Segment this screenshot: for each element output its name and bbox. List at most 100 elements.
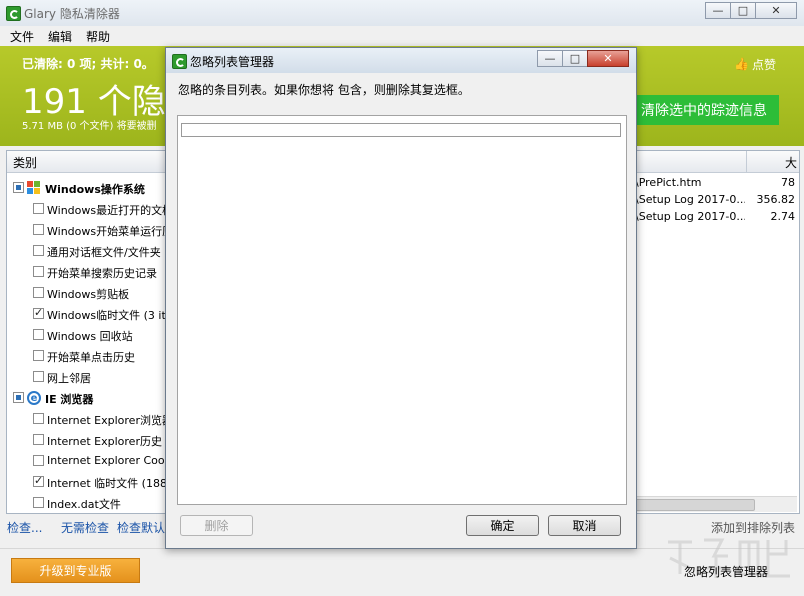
file-row[interactable]: \Setup Log 2017-0... 2.74	[631, 209, 799, 226]
item-checkbox[interactable]	[33, 224, 44, 235]
item-checkbox[interactable]	[33, 287, 44, 298]
cleared-summary: 已清除: 0 项; 共计: 0。	[22, 57, 154, 71]
trace-count: 191 个隐	[22, 82, 166, 122]
tree-item[interactable]: Windows开始菜单运行历史	[7, 220, 169, 241]
menu-bar: 文件 编辑 帮助	[0, 26, 804, 46]
tree-item[interactable]: Windows临时文件 (3 items)	[7, 304, 169, 325]
clean-selected-button[interactable]: 清除选中的踪迹信息	[622, 95, 779, 125]
dialog-minimize-button[interactable]: —	[537, 50, 563, 67]
item-checkbox[interactable]	[33, 413, 44, 424]
item-checkbox[interactable]	[33, 497, 44, 508]
group-label: Windows操作系统	[45, 183, 145, 196]
check-default-link[interactable]: 检查默认	[117, 519, 165, 536]
close-icon: ✕	[771, 4, 781, 17]
category-header: 类别	[7, 151, 169, 173]
window-controls: — □ ✕	[705, 2, 797, 19]
item-checkbox[interactable]	[33, 350, 44, 361]
file-size: 2.74	[770, 210, 796, 223]
tree-item[interactable]: Internet 临时文件 (188	[7, 472, 169, 493]
item-label: Windows最近打开的文档	[47, 204, 170, 217]
file-name: \Setup Log 2017-0...	[635, 193, 745, 206]
item-label: 开始菜单点击历史	[47, 351, 135, 364]
tree-group-ie[interactable]: e IE 浏览器	[7, 388, 169, 409]
item-checkbox[interactable]	[33, 371, 44, 382]
tree-item[interactable]: 网上邻居	[7, 367, 169, 388]
dialog-maximize-button[interactable]: □	[562, 50, 588, 67]
ignore-list-box[interactable]	[177, 115, 627, 505]
maximize-icon: □	[569, 52, 581, 65]
item-checkbox[interactable]	[33, 245, 44, 256]
category-header-label: 类别	[13, 156, 38, 170]
item-checkbox[interactable]	[33, 266, 44, 277]
title-bar: Glary 隐私清除器 — □ ✕	[0, 0, 804, 27]
tree-item[interactable]: Internet Explorer历史	[7, 430, 169, 451]
file-size: 78	[781, 176, 795, 189]
item-checkbox[interactable]	[33, 306, 44, 319]
ignore-list-row[interactable]	[181, 123, 621, 137]
maximize-button[interactable]: □	[730, 2, 756, 19]
tree-item[interactable]: Index.dat文件	[7, 493, 169, 513]
tree-item[interactable]: Internet Explorer Cookies	[7, 451, 169, 472]
item-checkbox[interactable]	[33, 474, 44, 487]
file-row[interactable]: \PrePict.htm 78	[631, 175, 799, 192]
item-label: Windows临时文件 (3 items)	[47, 309, 169, 322]
tree-item[interactable]: Internet Explorer浏览器	[7, 409, 169, 430]
item-label: 网上邻居	[47, 372, 91, 385]
window-title: Glary 隐私清除器	[24, 7, 120, 21]
no-check-link[interactable]: 无需检查	[61, 519, 109, 536]
ok-button[interactable]: 确定	[466, 515, 539, 536]
watermark-logo	[668, 538, 790, 578]
ignore-list-manager-link[interactable]: 忽略列表管理器	[684, 563, 768, 580]
group-checkbox[interactable]	[13, 182, 24, 193]
horizontal-scrollbar[interactable]	[631, 496, 797, 512]
thumbs-up-icon[interactable]: 👍	[734, 57, 749, 71]
ie-logo-icon: e	[27, 391, 41, 405]
cancel-button[interactable]: 取消	[548, 515, 621, 536]
delete-button[interactable]: 删除	[180, 515, 253, 536]
item-label: Index.dat文件	[47, 498, 121, 511]
main-window: Glary 隐私清除器 — □ ✕ 文件 编辑 帮助 已清除: 0 项; 共计:…	[0, 0, 804, 596]
group-checkbox[interactable]	[13, 392, 24, 403]
tree-item[interactable]: 开始菜单点击历史	[7, 346, 169, 367]
scrollbar-thumb[interactable]	[633, 499, 755, 511]
minimize-button[interactable]: —	[705, 2, 731, 19]
item-label: Windows剪贴板	[47, 288, 130, 301]
dialog-title-bar: 忽略列表管理器 — □ ✕	[166, 48, 636, 73]
column-separator[interactable]	[746, 151, 747, 172]
tree-item[interactable]: Windows 回收站	[7, 325, 169, 346]
tree-item[interactable]: 开始菜单搜索历史记录	[7, 262, 169, 283]
item-label: Internet Explorer浏览器	[47, 414, 170, 427]
item-checkbox[interactable]	[33, 329, 44, 340]
tree-group-windows[interactable]: Windows操作系统	[7, 178, 169, 199]
app-icon	[6, 6, 21, 21]
upgrade-button[interactable]: 升级到专业版	[11, 558, 140, 583]
item-label: Internet 临时文件 (188	[47, 477, 167, 490]
minimize-icon: —	[544, 52, 556, 65]
close-button[interactable]: ✕	[755, 2, 797, 19]
menu-help[interactable]: 帮助	[86, 28, 110, 45]
check-link[interactable]: 检查...	[7, 519, 42, 536]
minimize-icon: —	[712, 4, 724, 17]
close-icon: ✕	[603, 52, 613, 65]
tree-item[interactable]: 通用对话框文件/文件夹	[7, 241, 169, 262]
item-label: 开始菜单搜索历史记录	[47, 267, 157, 280]
windows-logo-icon	[27, 181, 41, 195]
size-column-header[interactable]: 大	[785, 154, 797, 171]
item-label: Internet Explorer Cookies	[47, 454, 169, 467]
tree-item[interactable]: Windows剪贴板	[7, 283, 169, 304]
file-size: 356.82	[756, 193, 796, 206]
like-button[interactable]: 点赞	[752, 56, 776, 73]
menu-edit[interactable]: 编辑	[48, 28, 72, 45]
category-tree: 类别 Windows操作系统 Windows最近打开的文档 Windows开始菜…	[6, 150, 170, 514]
menu-file[interactable]: 文件	[10, 28, 34, 45]
group-label: IE 浏览器	[45, 393, 94, 406]
dialog-close-button[interactable]: ✕	[587, 50, 629, 67]
file-row[interactable]: \Setup Log 2017-0... 356.82	[631, 192, 799, 209]
item-checkbox[interactable]	[33, 203, 44, 214]
dialog-description: 忽略的条目列表。如果你想将 包含，则删除其复选框。	[178, 83, 470, 97]
item-checkbox[interactable]	[33, 434, 44, 445]
item-checkbox[interactable]	[33, 455, 44, 466]
file-list-header: 大	[631, 151, 799, 173]
tree-item[interactable]: Windows最近打开的文档	[7, 199, 169, 220]
item-label: Internet Explorer历史	[47, 435, 162, 448]
